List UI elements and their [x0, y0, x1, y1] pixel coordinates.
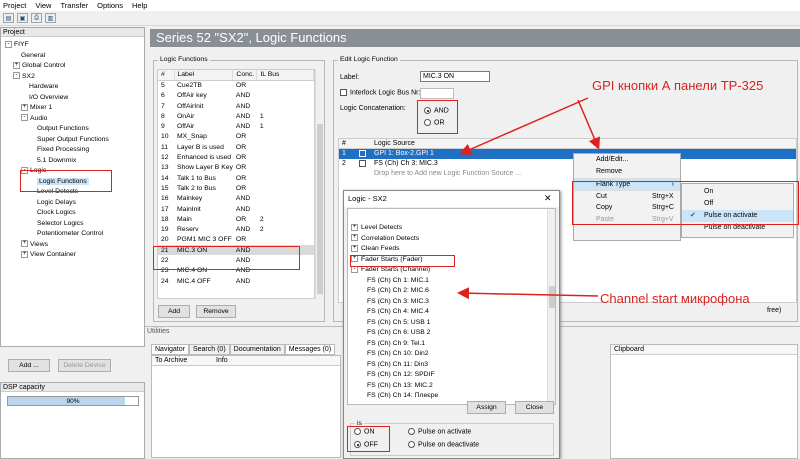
annotation-arrows — [457, 97, 600, 300]
